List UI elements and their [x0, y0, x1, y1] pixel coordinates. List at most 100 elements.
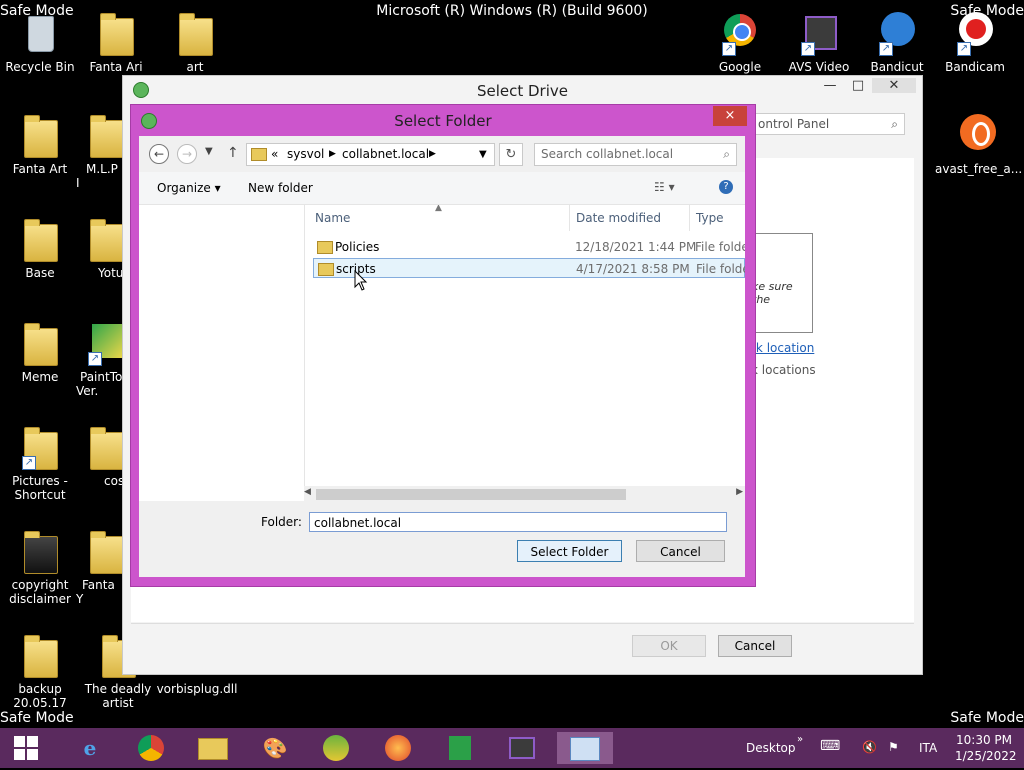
desktop-icon-fanta-art[interactable]: Fanta Art — [0, 112, 80, 176]
store-icon[interactable] — [440, 732, 480, 764]
desktop-icon-painttool[interactable]: ↗ PaintToo Ver. — [76, 320, 124, 398]
desktop-toolbar-label[interactable]: Desktop — [746, 741, 796, 755]
scroll-left-icon[interactable]: ◀ — [304, 487, 311, 497]
file-name: Policies — [335, 240, 380, 254]
flag-icon[interactable]: ⚑ — [888, 740, 899, 754]
breadcrumb-sysvol[interactable]: sysvol — [287, 144, 324, 165]
column-header-name[interactable]: Name — [315, 211, 350, 225]
internet-explorer-icon[interactable]: e — [70, 732, 110, 764]
file-explorer-icon[interactable] — [193, 732, 233, 764]
desktop-icon-fanta-y[interactable]: Fanta Y — [76, 528, 124, 606]
desktop-icon-recycle-bin[interactable]: Recycle Bin — [0, 10, 80, 74]
desktop-icon-bandicut[interactable]: ↗ Bandicut — [857, 10, 937, 74]
paint-taskbar-icon[interactable]: 🎨 — [255, 732, 295, 764]
folder-input[interactable]: collabnet.local — [309, 512, 727, 532]
up-arrow-icon[interactable]: ↑ — [227, 145, 239, 161]
select-drive-title: Select Drive — [476, 82, 569, 100]
folder-input-area: Folder: collabnet.local Select Folder Ca… — [139, 502, 745, 577]
breadcrumb-collabnet[interactable]: collabnet.local — [342, 144, 429, 165]
view-options-icon[interactable]: ☷ ▾ — [654, 180, 675, 194]
column-header-type[interactable]: Type — [696, 211, 724, 225]
mouse-cursor-icon — [354, 270, 368, 291]
volume-muted-icon[interactable]: 🔇 — [862, 740, 877, 754]
start-button[interactable] — [6, 732, 46, 764]
select-folder-body: ← → ▼ ↑ « sysvol ▶ collabnet.local ▶ ▼ ↻… — [139, 136, 745, 577]
column-header-date-modified[interactable]: Date modified — [576, 211, 661, 225]
desktop-icon-pictures-shortcut[interactable]: ↗ Pictures - Shortcut — [0, 424, 80, 502]
file-date: 12/18/2021 1:44 PM — [575, 240, 697, 254]
back-arrow-icon[interactable]: ← — [149, 144, 169, 164]
folder-icon — [86, 528, 124, 574]
language-indicator[interactable]: ITA — [919, 741, 937, 755]
toolbar-chevron-icon[interactable]: » — [797, 734, 803, 745]
desktop-icon-label: backup 20.05.17 — [13, 682, 67, 710]
select-drive-info-box: ke sure the — [749, 233, 813, 333]
desktop-icon-avs-video[interactable]: ↗ AVS Video — [779, 10, 859, 74]
windows-logo-icon — [14, 736, 38, 760]
scrollbar-thumb[interactable] — [316, 489, 626, 500]
file-type: File folder — [696, 262, 745, 276]
paint-icon: ↗ — [86, 320, 124, 366]
forward-arrow-icon[interactable]: → — [177, 144, 197, 164]
address-dropdown-icon[interactable]: ▼ — [479, 144, 487, 165]
firefox-icon[interactable] — [378, 732, 418, 764]
desktop-icon-backup[interactable]: backup 20.05.17 — [0, 632, 80, 710]
control-panel-search[interactable]: ontrol Panel ⌕ — [755, 113, 905, 135]
chrome-taskbar-icon[interactable] — [131, 732, 171, 764]
organize-button[interactable]: Organize ▾ — [157, 181, 221, 195]
bandicam-icon: ↗ — [955, 10, 995, 56]
horizontal-scrollbar[interactable]: ◀ ▶ — [304, 486, 745, 502]
new-folder-button[interactable]: New folder — [248, 181, 313, 195]
desktop-icon-base[interactable]: Base — [0, 216, 80, 280]
cancel-button[interactable]: Cancel — [636, 540, 725, 562]
desktop-icon-fanta-ari[interactable]: Fanta Ari — [76, 10, 156, 74]
desktop-icon-mlp[interactable]: M.L.P I — [76, 112, 124, 190]
desktop-icon-label: The deadly artist — [84, 682, 152, 710]
desktop-icon-label: PaintToo Ver. — [76, 370, 124, 398]
desktop-icon-label: Meme — [21, 370, 59, 384]
scroll-right-icon[interactable]: ▶ — [736, 487, 743, 497]
recent-locations-chevron-icon[interactable]: ▼ — [205, 146, 213, 157]
ok-button[interactable]: OK — [632, 635, 706, 657]
navigation-pane[interactable] — [139, 205, 305, 501]
app-taskbar-icon[interactable] — [316, 732, 356, 764]
desktop-icon-art[interactable]: art — [155, 10, 235, 74]
file-row-policies[interactable]: Policies 12/18/2021 1:44 PM File folder — [313, 237, 745, 257]
keyboard-icon[interactable]: ⌨ — [820, 738, 840, 754]
breadcrumb-overflow[interactable]: « — [271, 144, 278, 165]
network-location-link[interactable]: rk location — [751, 341, 814, 355]
refresh-icon[interactable]: ↻ — [499, 143, 523, 166]
address-bar[interactable]: « sysvol ▶ collabnet.local ▶ ▼ — [246, 143, 495, 166]
search-icon: ⌕ — [723, 147, 730, 161]
clock-date[interactable]: 1/25/2022 — [955, 749, 1017, 763]
folder-icon — [86, 424, 124, 470]
maximize-icon[interactable]: □ — [844, 78, 872, 93]
desktop-icon-bandicam[interactable]: ↗ Bandicam — [935, 10, 1015, 74]
select-drive-cancel-button[interactable]: Cancel — [718, 635, 792, 657]
close-icon: × — [724, 108, 736, 123]
desktop-icon-label: Fanta Art — [12, 162, 68, 176]
desktop-icon-copyright-disclaimer[interactable]: copyright disclaimer — [0, 528, 80, 606]
video-icon: ↗ — [799, 10, 839, 56]
desktop-icon-cos[interactable]: cos — [76, 424, 124, 488]
clock-time[interactable]: 10:30 PM — [956, 733, 1012, 747]
select-drive-taskbar-button[interactable] — [557, 732, 613, 764]
select-folder-button[interactable]: Select Folder — [517, 540, 622, 562]
desktop-icon-yotu[interactable]: Yotu — [76, 216, 124, 280]
close-button[interactable]: × — [713, 106, 747, 126]
desktop-icon-avast[interactable]: avast_free_a... — [935, 112, 1022, 176]
search-input[interactable]: Search collabnet.local ⌕ — [534, 143, 737, 166]
help-icon[interactable]: ? — [719, 180, 733, 194]
file-date: 4/17/2021 8:58 PM — [576, 262, 690, 276]
desktop-icon-meme[interactable]: Meme — [0, 320, 80, 384]
folder-icon — [20, 320, 60, 366]
file-row-scripts[interactable]: scripts 4/17/2021 8:58 PM File folder — [313, 258, 745, 278]
desktop-icon-google[interactable]: ↗ Google — [700, 10, 780, 74]
desktop-icon-label: M.L.P I — [76, 162, 118, 190]
close-icon[interactable]: ✕ — [872, 78, 916, 93]
folder-icon — [86, 216, 124, 262]
file-list[interactable]: ▲ Name Date modified Type Policies 12/18… — [305, 205, 745, 501]
avs-video-taskbar-icon[interactable] — [502, 732, 542, 764]
control-panel-search-text: ontrol Panel — [758, 117, 830, 131]
minimize-icon[interactable]: — — [816, 78, 844, 93]
